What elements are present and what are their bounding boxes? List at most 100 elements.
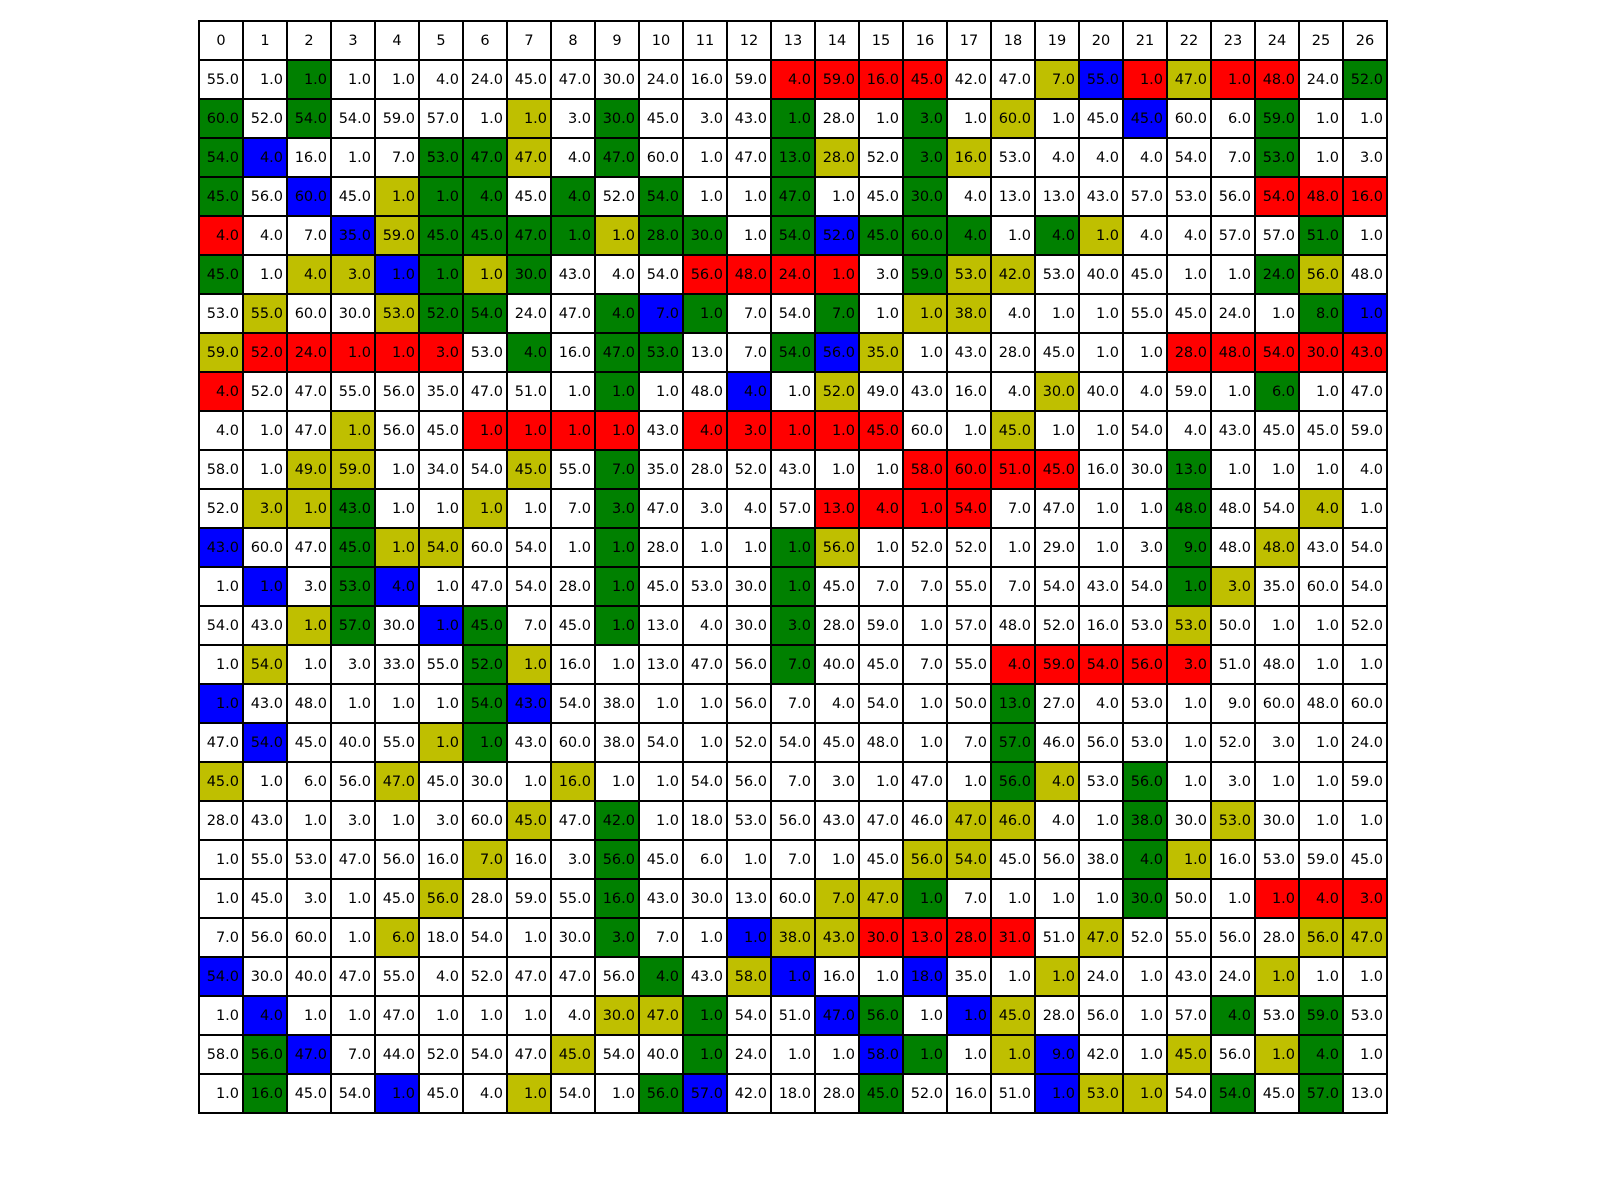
grid-cell: 1.0 [242,566,288,607]
grid-cell: 1.0 [1298,722,1344,763]
grid-cell: 47.0 [858,800,904,841]
grid-cell: 59.0 [858,605,904,646]
grid-cell: 49.0 [286,449,332,490]
grid-cell: 1.0 [330,332,376,373]
grid-cell: 51.0 [770,995,816,1036]
grid-cell: 1.0 [1210,371,1256,412]
grid-cell: 1.0 [550,215,596,256]
grid-cell: 7.0 [902,644,948,685]
grid-cell: 24.0 [462,59,508,100]
grid-cell: 1.0 [594,1073,640,1114]
grid-row: 4.0 52.0 47.0 55.0 56.0 35.0 47.0 51.0 1.0 1.0 1.0… [198,371,1388,412]
grid-cell: 52.0 [242,332,288,373]
grid-cell: 3.0 [1122,527,1168,568]
grid-cell: 34.0 [418,449,464,490]
grid-cell: 7.0 [286,215,332,256]
grid-cell: 1.0 [418,605,464,646]
grid-cell: 16.0 [858,59,904,100]
grid-cell: 4.0 [374,566,420,607]
grid-cell: 30.0 [682,215,728,256]
grid-cell: 40.0 [638,1034,684,1075]
grid-cell: 47.0 [1034,488,1080,529]
grid-cell: 1.0 [506,761,552,802]
grid-cell: 1.0 [1166,683,1212,724]
grid-cell: 55.0 [946,566,992,607]
grid-cell: 1.0 [242,761,288,802]
grid-cell: 1.0 [902,683,948,724]
grid-cell: 56.0 [814,332,860,373]
grid-cell: 4.0 [1078,683,1124,724]
grid-cell: 13.0 [990,176,1036,217]
grid-cell: 54.0 [638,722,684,763]
grid-cell: 4.0 [242,995,288,1036]
grid-cell: 35.0 [330,215,376,256]
grid-cell: 59.0 [1298,839,1344,880]
grid-cell: 53.0 [374,293,420,334]
grid-cell: 7.0 [638,917,684,958]
grid-cell: 1.0 [814,410,860,451]
grid-cell: 3.0 [1342,137,1388,178]
grid-cell: 1.0 [242,449,288,490]
grid-cell: 54.0 [594,1034,640,1075]
grid-cell: 45.0 [858,215,904,256]
grid-cell: 55.0 [242,293,288,334]
grid-cell: 4.0 [594,293,640,334]
grid-cell: 54.0 [462,683,508,724]
grid-cell: 16.0 [946,371,992,412]
grid-cell: 1.0 [638,800,684,841]
grid-cell: 1.0 [726,176,772,217]
grid-cell: 47.0 [462,566,508,607]
grid-cell: 3.0 [550,839,596,880]
grid-cell: 16.0 [946,1073,992,1114]
grid-cell: 48.0 [1210,488,1256,529]
grid-cell: 52.0 [418,1034,464,1075]
grid-cell: 57.0 [1166,995,1212,1036]
grid-cell: 56.0 [374,410,420,451]
grid-cell: 1.0 [770,98,816,139]
grid-cell: 7.0 [638,293,684,334]
grid-cell: 7.0 [770,761,816,802]
grid-cell: 60.0 [462,800,508,841]
grid-cell: 57.0 [1254,215,1300,256]
grid-cell: 54.0 [946,839,992,880]
grid-cell: 1.0 [286,488,332,529]
grid-cell: 53.0 [1034,254,1080,295]
grid-cell: 27.0 [1034,683,1080,724]
grid-cell: 1.0 [1034,410,1080,451]
grid-cell: 45.0 [418,215,464,256]
grid-cell: 45.0 [330,527,376,568]
grid-cell: 1.0 [902,722,948,763]
grid-cell: 55.0 [198,59,244,100]
grid-cell: 1.0 [1210,449,1256,490]
grid-cell: 53.0 [1122,683,1168,724]
grid-cell: 7.0 [946,878,992,919]
grid-cell: 4.0 [1166,410,1212,451]
grid-cell: 4.0 [726,488,772,529]
grid-cell: 47.0 [506,137,552,178]
grid-cell: 1.0 [1078,527,1124,568]
grid-cell: 45.0 [858,1073,904,1114]
grid-cell: 35.0 [1254,566,1300,607]
grid-cell: 1.0 [1166,722,1212,763]
grid-cell: 54.0 [506,566,552,607]
grid-cell: 42.0 [1078,1034,1124,1075]
grid-cell: 60.0 [1254,683,1300,724]
grid-cell: 54.0 [770,722,816,763]
grid-cell: 1.0 [1254,956,1300,997]
grid-cell: 1.0 [726,839,772,880]
grid-cell: 59.0 [726,59,772,100]
grid-cell: 1.0 [770,527,816,568]
grid-cell: 58.0 [198,449,244,490]
grid-cell: 43.0 [946,332,992,373]
grid-cell: 30.0 [1034,371,1080,412]
grid-cell: 1.0 [682,995,728,1036]
grid-cell: 1.0 [374,254,420,295]
grid-cell: 1.0 [1034,878,1080,919]
grid-cell: 13.0 [1034,176,1080,217]
grid-cell: 4.0 [726,371,772,412]
grid-cell: 45.0 [198,176,244,217]
grid-cell: 16.0 [1210,839,1256,880]
grid-cell: 45.0 [1166,1034,1212,1075]
grid-cell: 1.0 [1078,488,1124,529]
grid-cell: 43.0 [1210,410,1256,451]
